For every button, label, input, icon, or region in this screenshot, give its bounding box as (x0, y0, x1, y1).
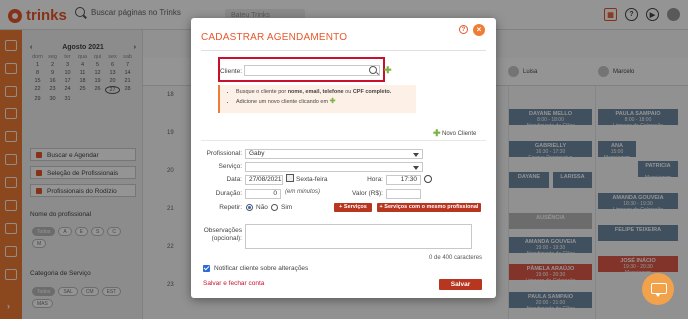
service-label: Serviço: (218, 163, 242, 170)
divider (201, 140, 486, 141)
date-input[interactable]: 27/08/2021 (245, 175, 283, 185)
add-services-same-prof-button[interactable]: + Serviços com o mesmo profissional (377, 203, 481, 212)
client-search-input[interactable] (244, 65, 380, 76)
repeat-yes-label: Sim (281, 204, 293, 211)
client-label: Cliente: (220, 68, 243, 75)
repeat-no-label: Não (256, 204, 268, 211)
close-icon[interactable]: × (473, 24, 485, 36)
search-icon[interactable] (369, 66, 377, 74)
professional-select[interactable]: Gaby (245, 149, 423, 159)
help-icon[interactable]: ? (459, 25, 468, 34)
professional-label: Profissional: (206, 150, 242, 157)
time-label: Hora: (367, 176, 383, 183)
date-label: Data: (226, 176, 242, 183)
obs-optional-label: (opcional): (211, 235, 242, 242)
duration-unit: (em minutos) (285, 189, 321, 195)
duration-input[interactable]: 0 (245, 189, 281, 199)
notify-checkbox[interactable] (203, 265, 210, 272)
clock-icon[interactable] (424, 175, 432, 183)
time-input[interactable]: 17:30 (386, 175, 421, 185)
plus-icon: ✚ (329, 98, 336, 105)
duration-label: Duração: (215, 190, 242, 197)
plus-icon[interactable]: ✚ (433, 129, 441, 138)
save-and-close-link[interactable]: Salvar e fechar conta (203, 280, 264, 287)
repeat-yes-radio[interactable] (271, 204, 278, 211)
weekday-text: Sexta-feira (296, 176, 328, 183)
calendar-icon[interactable] (286, 174, 294, 182)
add-services-button[interactable]: + Serviços (334, 203, 372, 212)
add-client-plus-icon[interactable]: ✚ (384, 65, 392, 75)
service-select[interactable] (245, 162, 423, 172)
modal-title: CADASTRAR AGENDAMENTO (201, 32, 348, 43)
notify-label: Notificar cliente sobre alterações (214, 265, 309, 272)
char-counter: 0 de 400 caracteres (429, 255, 483, 261)
repeat-label: Repetir: (219, 204, 242, 211)
repeat-no-radio[interactable] (246, 204, 253, 211)
client-hint: Busque o cliente por nome, email, telefo… (218, 85, 416, 113)
schedule-modal: CADASTRAR AGENDAMENTO ? × Cliente: ✚ Bus… (191, 18, 496, 298)
chat-icon[interactable] (642, 273, 674, 305)
obs-label: Observações (203, 227, 242, 234)
divider (201, 50, 486, 51)
save-button[interactable]: Salvar (439, 279, 482, 290)
price-label: Valor (R$): (352, 190, 383, 197)
new-client-link[interactable]: Novo Cliente (442, 131, 476, 137)
observations-textarea[interactable] (245, 224, 472, 249)
hint-line-2: Adicione um novo cliente clicando em ✚ (236, 97, 416, 107)
hint-line-1: Busque o cliente por nome, email, telefo… (236, 88, 416, 97)
price-input[interactable] (386, 189, 421, 199)
